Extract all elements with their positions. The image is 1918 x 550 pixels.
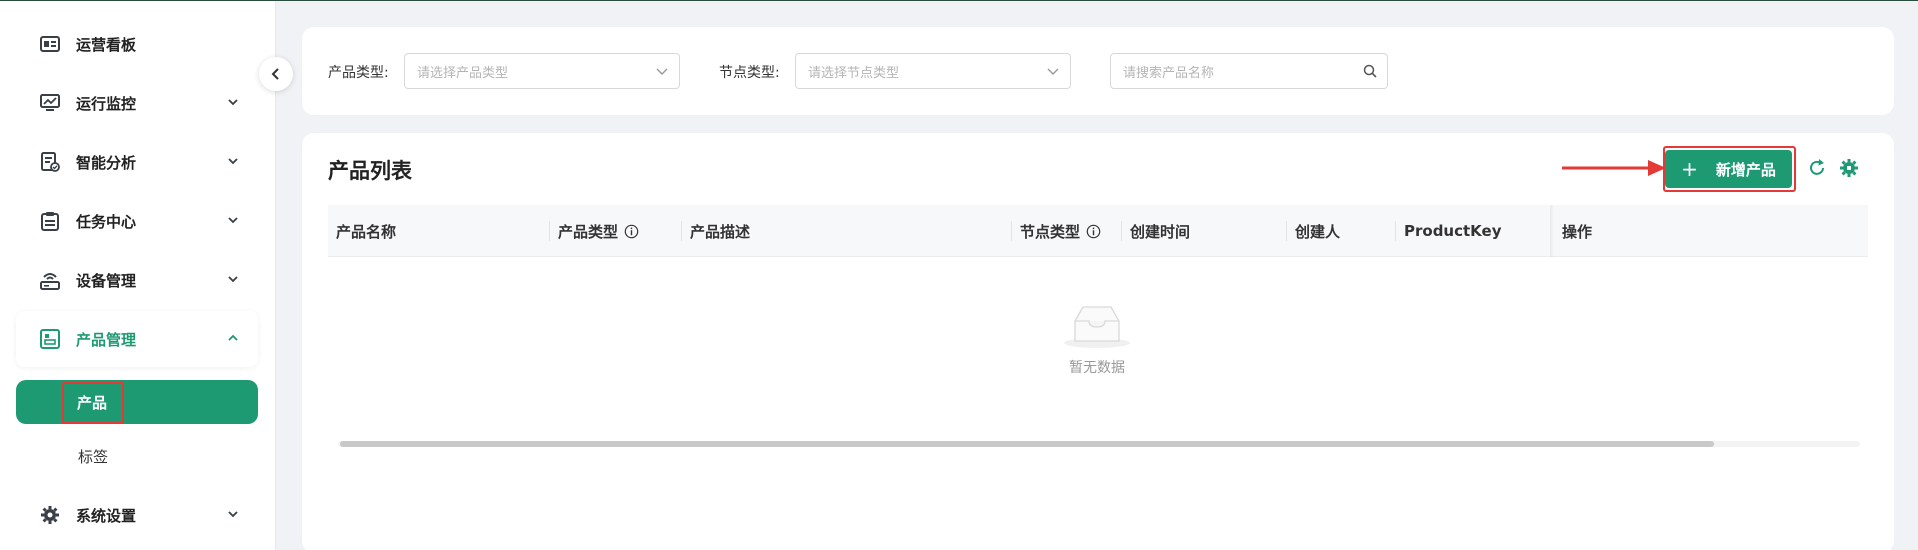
column-divider[interactable] — [681, 221, 682, 241]
analysis-icon — [40, 152, 60, 172]
sidebar: 运营看板 运行监控 智能分析 任务中心 设备管理 产品管理 产品 标签 系统设置 — [0, 1, 276, 550]
chevron-down-icon — [1047, 68, 1059, 75]
monitor-icon — [40, 93, 60, 113]
sidebar-item-label: 任务中心 — [76, 212, 137, 231]
column-header-description[interactable]: 产品描述 — [690, 205, 750, 257]
table-header: 产品名称 产品类型 产品描述 节点类型 创建时间 创建人 ProductKey … — [328, 205, 1868, 257]
column-divider[interactable] — [1011, 221, 1012, 241]
column-divider[interactable] — [549, 221, 550, 241]
column-header-node-type[interactable]: 节点类型 — [1020, 205, 1101, 257]
info-icon[interactable] — [624, 224, 639, 239]
search-icon[interactable] — [1363, 64, 1377, 78]
sidebar-item-label: 系统设置 — [76, 506, 137, 525]
sidebar-item-settings[interactable]: 系统设置 — [16, 487, 258, 543]
column-divider[interactable] — [1121, 221, 1122, 241]
sidebar-collapse-button[interactable] — [259, 57, 293, 91]
column-header-creator[interactable]: 创建人 — [1295, 205, 1340, 257]
product-type-label: 产品类型: — [328, 65, 389, 81]
sidebar-subitem-label: 标签 — [78, 448, 109, 466]
info-icon[interactable] — [1086, 224, 1101, 239]
sidebar-item-tasks[interactable]: 任务中心 — [16, 193, 258, 249]
horizontal-scrollbar[interactable] — [328, 439, 1868, 449]
sidebar-item-products[interactable]: 产品管理 — [16, 311, 258, 367]
fixed-column-shadow — [1550, 205, 1554, 257]
chevron-down-icon — [228, 99, 238, 106]
column-header-label: 产品名称 — [336, 222, 397, 241]
chevron-up-icon — [228, 334, 238, 341]
sidebar-item-dashboard[interactable]: 运营看板 — [16, 16, 258, 72]
product-type-select[interactable]: 请选择产品类型 — [404, 53, 680, 89]
chevron-down-icon — [656, 68, 668, 75]
sidebar-item-label: 产品管理 — [76, 330, 137, 349]
column-header-label: 产品描述 — [690, 222, 751, 241]
column-header-product-key[interactable]: ProductKey — [1404, 205, 1502, 257]
gear-icon — [40, 505, 60, 525]
sidebar-item-label: 运行监控 — [76, 94, 137, 113]
column-header-label: 操作 — [1562, 222, 1593, 241]
chevron-down-icon — [228, 158, 238, 165]
column-header-label: 创建时间 — [1130, 222, 1191, 241]
sidebar-subitem-tags[interactable]: 标签 — [16, 435, 258, 475]
filter-panel: 产品类型: 请选择产品类型 节点类型: 请选择节点类型 请搜索产品名称 — [302, 27, 1894, 115]
column-header-label: ProductKey — [1404, 222, 1502, 240]
product-search-input[interactable]: 请搜索产品名称 — [1110, 53, 1388, 89]
refresh-icon[interactable] — [1806, 157, 1828, 179]
page-title: 产品列表 — [328, 159, 412, 183]
sidebar-subitem-product[interactable]: 产品 — [16, 380, 258, 424]
highlight-box — [62, 382, 124, 424]
sidebar-item-label: 运营看板 — [76, 35, 137, 54]
chevron-down-icon — [228, 217, 238, 224]
chevron-left-icon — [271, 68, 279, 80]
scrollbar-thumb[interactable] — [340, 441, 1714, 447]
column-header-label: 产品类型 — [558, 222, 619, 241]
empty-text: 暂无数据 — [1069, 360, 1125, 376]
column-divider[interactable] — [1286, 221, 1287, 241]
column-header-label: 节点类型 — [1020, 222, 1081, 241]
column-header-label: 创建人 — [1295, 222, 1341, 241]
product-type-placeholder: 请选择产品类型 — [417, 65, 509, 81]
sidebar-item-analysis[interactable]: 智能分析 — [16, 134, 258, 190]
product-icon — [40, 329, 60, 349]
router-icon — [40, 270, 60, 290]
node-type-label: 节点类型: — [719, 65, 780, 81]
column-header-name[interactable]: 产品名称 — [336, 205, 396, 257]
sidebar-item-monitor[interactable]: 运行监控 — [16, 75, 258, 131]
add-product-label: 新增产品 — [1715, 160, 1776, 179]
plus-icon: + — [1681, 157, 1698, 181]
node-type-select[interactable]: 请选择节点类型 — [795, 53, 1071, 89]
node-type-placeholder: 请选择节点类型 — [808, 65, 900, 81]
column-divider[interactable] — [1395, 221, 1396, 241]
column-header-actions[interactable]: 操作 — [1562, 205, 1592, 257]
sidebar-item-label: 智能分析 — [76, 153, 137, 172]
clipboard-icon — [40, 211, 60, 231]
top-border — [0, 0, 1918, 1]
empty-state: 暂无数据 — [1052, 303, 1142, 377]
sidebar-item-label: 设备管理 — [76, 271, 137, 290]
dashboard-icon — [40, 34, 60, 54]
sidebar-item-devices[interactable]: 设备管理 — [16, 252, 258, 308]
column-header-type[interactable]: 产品类型 — [558, 205, 639, 257]
product-list-panel: 产品列表 + 新增产品 产品名称 产品类型 产品描述 节点类型 创建时间 创建人… — [302, 133, 1894, 550]
chevron-down-icon — [228, 511, 238, 518]
column-settings-icon[interactable] — [1838, 157, 1860, 179]
chevron-down-icon — [228, 276, 238, 283]
column-header-created-time[interactable]: 创建时间 — [1130, 205, 1190, 257]
search-placeholder: 请搜索产品名称 — [1123, 65, 1215, 81]
add-product-button[interactable]: + 新增产品 — [1665, 150, 1792, 188]
annotation-arrow — [1562, 160, 1666, 176]
empty-box-icon — [1064, 306, 1130, 348]
